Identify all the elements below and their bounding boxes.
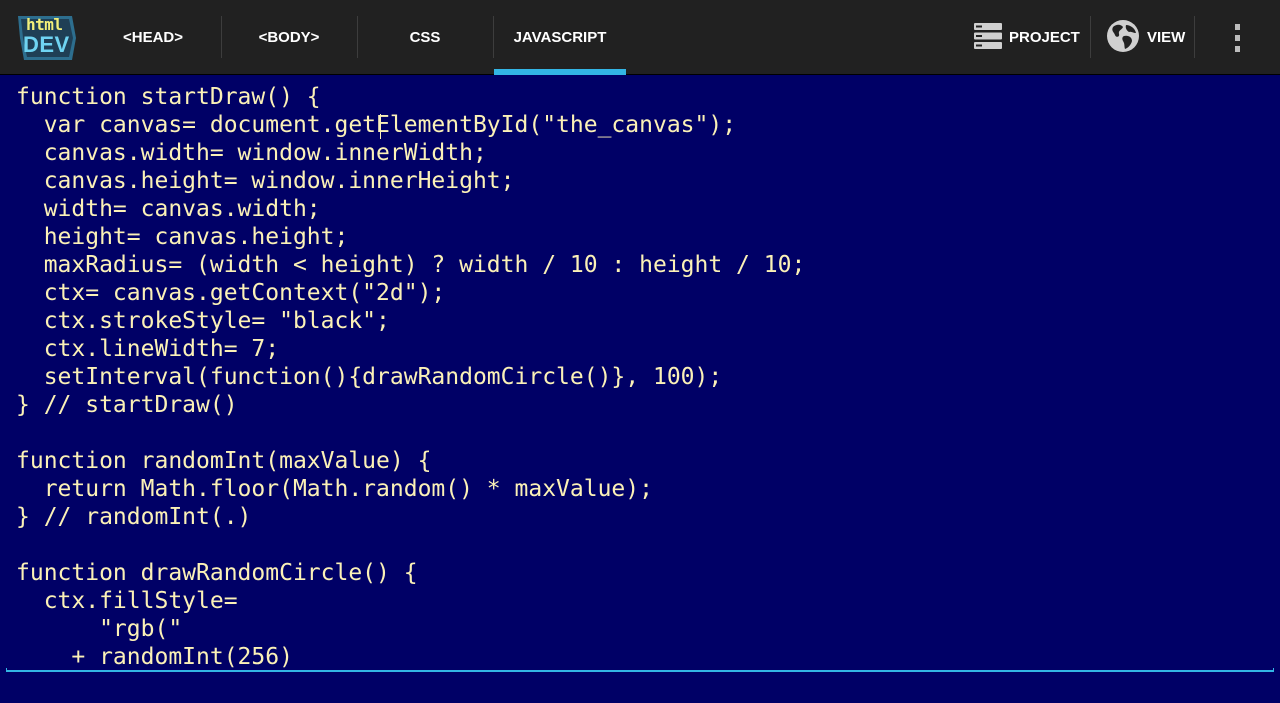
code-line[interactable]: width= canvas.width; (16, 195, 321, 223)
code-line[interactable]: "rgb(" (16, 615, 182, 643)
code-line[interactable]: setInterval(function(){drawRandomCircle(… (16, 363, 723, 391)
action-divider (1194, 16, 1195, 58)
globe-icon (1106, 19, 1140, 57)
view-label: VIEW (1147, 29, 1186, 46)
app-logo[interactable]: html DEV (18, 14, 78, 62)
project-button[interactable]: PROJECT (974, 0, 1080, 75)
project-label: PROJECT (1009, 29, 1080, 46)
editor-focus-underline (6, 668, 1274, 672)
server-stack-icon (974, 22, 1002, 53)
code-line[interactable]: + randomInt(256) (16, 643, 293, 668)
code-line[interactable]: function startDraw() { (16, 83, 321, 111)
code-line[interactable]: } // randomInt(.) (16, 503, 251, 531)
tab-head-label: <HEAD> (122, 29, 184, 46)
code-line[interactable]: ctx.fillStyle= (16, 587, 238, 615)
code-line[interactable]: canvas.height= window.innerHeight; (16, 167, 515, 195)
code-line[interactable]: function drawRandomCircle() { (16, 559, 418, 587)
code-line[interactable]: height= canvas.height; (16, 223, 349, 251)
tab-javascript-label: JAVASCRIPT (513, 29, 607, 46)
code-line[interactable]: var canvas= document.getElementById("the… (16, 111, 736, 139)
tab-body-label: <BODY> (258, 29, 320, 46)
tab-body[interactable]: <BODY> (222, 0, 356, 75)
code-line[interactable]: } // startDraw() (16, 391, 238, 419)
text-cursor (380, 114, 381, 139)
code-line[interactable]: return Math.floor(Math.random() * maxVal… (16, 475, 653, 503)
code-line[interactable]: function randomInt(maxValue) { (16, 447, 431, 475)
tab-css-label: CSS (409, 29, 441, 46)
view-button[interactable]: VIEW (1106, 0, 1185, 75)
code-line[interactable]: canvas.width= window.innerWidth; (16, 139, 487, 167)
overflow-menu-icon[interactable] (1228, 22, 1248, 54)
action-divider (1090, 16, 1091, 58)
code-line[interactable]: ctx.strokeStyle= "black"; (16, 307, 390, 335)
code-editor[interactable]: function startDraw() { var canvas= docum… (0, 76, 1280, 668)
action-bar: html DEV <HEAD> <BODY> CSS JAVASCRIPT PR… (0, 0, 1280, 75)
code-line[interactable]: ctx= canvas.getContext("2d"); (16, 279, 446, 307)
code-line[interactable]: maxRadius= (width < height) ? width / 10… (16, 251, 806, 279)
tab-head[interactable]: <HEAD> (86, 0, 220, 75)
code-line[interactable]: ctx.lineWidth= 7; (16, 335, 279, 363)
tab-javascript[interactable]: JAVASCRIPT (494, 0, 626, 75)
logo-text-dev: DEV (23, 32, 70, 57)
tab-css[interactable]: CSS (358, 0, 492, 75)
